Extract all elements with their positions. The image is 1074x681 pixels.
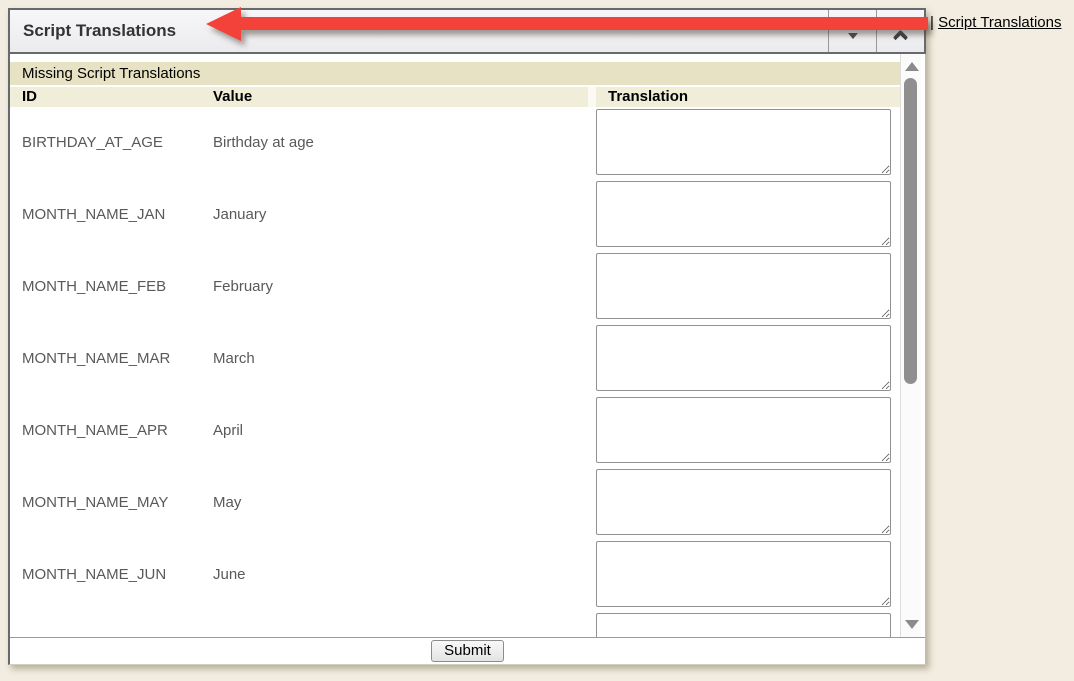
panel-body: Missing Script Translations ID Value Tra…	[8, 54, 926, 665]
header-cell-group: ID Value	[10, 87, 588, 107]
translation-textarea[interactable]	[596, 181, 891, 247]
row-id: MONTH_NAME_JUL	[22, 613, 207, 637]
column-header-translation: Translation	[596, 87, 900, 107]
translation-textarea[interactable]	[596, 541, 891, 607]
column-header-id: ID	[22, 88, 37, 105]
table-row: MONTH_NAME_JUN June	[10, 541, 900, 613]
submit-bar: Submit	[10, 637, 925, 664]
breadcrumb-separator: |	[930, 14, 934, 31]
row-id: MONTH_NAME_JUN	[22, 541, 207, 607]
table-caption: Missing Script Translations	[10, 62, 900, 85]
row-value: Birthday at age	[213, 109, 583, 175]
submit-button[interactable]: Submit	[431, 640, 504, 662]
row-value: May	[213, 469, 583, 535]
scrollbar-thumb[interactable]	[904, 78, 917, 384]
column-header-value: Value	[213, 88, 252, 105]
row-id: BIRTHDAY_AT_AGE	[22, 109, 207, 175]
table-header-row: ID Value Translation	[10, 87, 900, 107]
chevron-up-icon	[893, 29, 909, 45]
panel-header: Script Translations	[8, 8, 926, 54]
panel-collapse-button[interactable]	[876, 10, 924, 52]
row-id: MONTH_NAME_MAY	[22, 469, 207, 535]
vertical-scrollbar[interactable]	[900, 54, 921, 637]
row-value: February	[213, 253, 583, 319]
translation-textarea[interactable]	[596, 397, 891, 463]
row-value: July	[213, 613, 583, 637]
breadcrumb: | Script Translations	[930, 14, 1061, 31]
translation-textarea[interactable]	[596, 613, 891, 637]
table-row: MONTH_NAME_APR April	[10, 397, 900, 469]
translation-textarea[interactable]	[596, 109, 891, 175]
table-row: MONTH_NAME_MAY May	[10, 469, 900, 541]
scroll-region: Missing Script Translations ID Value Tra…	[10, 54, 925, 637]
row-value: January	[213, 181, 583, 247]
table-row: MONTH_NAME_JAN January	[10, 181, 900, 253]
row-value: March	[213, 325, 583, 391]
table-row: MONTH_NAME_FEB February	[10, 253, 900, 325]
script-translations-link[interactable]: Script Translations	[938, 14, 1061, 31]
header-cell-gap	[588, 87, 596, 107]
header-spacer	[176, 10, 828, 52]
row-id: MONTH_NAME_FEB	[22, 253, 207, 319]
row-value: June	[213, 541, 583, 607]
script-translations-panel: Script Translations Missing Script Trans…	[8, 8, 926, 665]
row-value: April	[213, 397, 583, 463]
scrollbar-down-arrow-icon[interactable]	[905, 620, 919, 629]
table-row: MONTH_NAME_MAR March	[10, 325, 900, 397]
translation-textarea[interactable]	[596, 253, 891, 319]
translations-table: Missing Script Translations ID Value Tra…	[10, 54, 900, 637]
panel-title: Script Translations	[10, 10, 176, 52]
row-id: MONTH_NAME_MAR	[22, 325, 207, 391]
row-id: MONTH_NAME_JAN	[22, 181, 207, 247]
table-row: BIRTHDAY_AT_AGE Birthday at age	[10, 109, 900, 181]
translation-textarea[interactable]	[596, 469, 891, 535]
chevron-down-icon	[848, 33, 858, 39]
row-id: MONTH_NAME_APR	[22, 397, 207, 463]
scrollbar-up-arrow-icon[interactable]	[905, 62, 919, 71]
table-row: MONTH_NAME_JUL July	[10, 613, 900, 637]
translation-textarea[interactable]	[596, 325, 891, 391]
panel-dropdown-button[interactable]	[828, 10, 876, 52]
rows-container: BIRTHDAY_AT_AGE Birthday at age MONTH_NA…	[10, 109, 900, 637]
